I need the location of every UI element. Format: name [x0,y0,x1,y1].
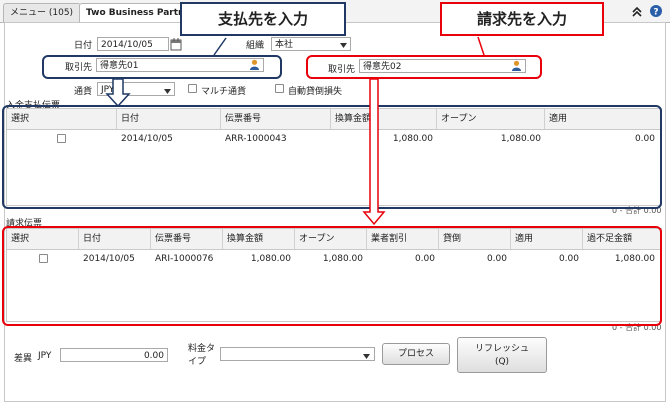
annotation-connectors [105,36,485,226]
payee-callout: 支払先を入力 [180,2,346,36]
billing-callout: 請求先を入力 [440,2,604,36]
